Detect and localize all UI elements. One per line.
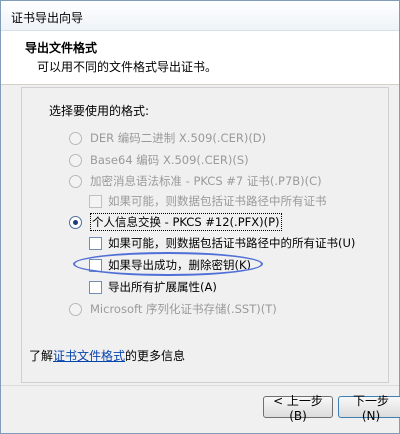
radio-circle-icon — [69, 302, 82, 316]
radio-circle-icon — [69, 174, 82, 188]
checkbox-pkcs7-include-label: 如果可能，则数据包括证书路径中所有证书 — [108, 194, 327, 208]
checkbox-box-icon — [89, 236, 102, 250]
checkbox-delete-key-label: 如果导出成功，删除密钥(K) — [108, 258, 252, 272]
radio-base64-label: Base64 编码 X.509(.CER)(S) — [90, 153, 249, 167]
radio-pkcs7-label: 加密消息语法标准 - PKCS #7 证书(.P7B)(C) — [90, 174, 322, 188]
radio-sst-label: Microsoft 序列化证书存储(.SST)(T) — [90, 302, 277, 316]
checkbox-box-icon — [89, 194, 102, 208]
checkbox-delete-private-key[interactable]: 如果导出成功，删除密钥(K) — [89, 256, 251, 274]
window-title: 证书导出向导 — [11, 11, 84, 25]
radio-der[interactable]: DER 编码二进制 X.509(.CER)(D) — [69, 129, 266, 147]
checkbox-box-icon — [89, 280, 102, 294]
cert-formats-link[interactable]: 证书文件格式 — [53, 349, 125, 363]
checkbox-box-icon — [89, 258, 102, 272]
page-subtitle: 可以用不同的文件格式导出证书。 — [37, 60, 218, 74]
radio-pkcs7[interactable]: 加密消息语法标准 - PKCS #7 证书(.P7B)(C) — [69, 172, 322, 190]
next-button[interactable]: 下一步(N) — [338, 394, 400, 423]
more-info-line: 了解证书文件格式的更多信息 — [29, 347, 185, 364]
checkbox-export-props-label: 导出所有扩展属性(A) — [108, 280, 217, 294]
wizard-window: 证书导出向导 导出文件格式 可以用不同的文件格式导出证书。 选择要使用的格式: … — [0, 0, 400, 434]
radio-sst[interactable]: Microsoft 序列化证书存储(.SST)(T) — [69, 300, 277, 318]
checkbox-pfx-include-label: 如果可能，则数据包括证书路径中的所有证书(U) — [108, 236, 356, 250]
format-section-label: 选择要使用的格式: — [49, 104, 150, 118]
more-info-suffix: 的更多信息 — [125, 349, 186, 363]
wizard-header: 导出文件格式 可以用不同的文件格式导出证书。 — [1, 31, 399, 85]
radio-selected-icon — [69, 215, 82, 229]
radio-pfx-label: 个人信息交换 - PKCS #12(.PFX)(P) — [90, 213, 282, 231]
checkbox-pkcs7-include-all[interactable]: 如果可能，则数据包括证书路径中所有证书 — [89, 192, 327, 210]
radio-base64[interactable]: Base64 编码 X.509(.CER)(S) — [69, 151, 249, 169]
radio-pfx[interactable]: 个人信息交换 - PKCS #12(.PFX)(P) — [69, 213, 282, 231]
title-bar: 证书导出向导 — [1, 1, 399, 31]
more-info-prefix: 了解 — [29, 349, 54, 363]
radio-der-label: DER 编码二进制 X.509(.CER)(D) — [90, 131, 267, 145]
page-title: 导出文件格式 — [25, 41, 98, 55]
checkbox-export-extended-props[interactable]: 导出所有扩展属性(A) — [89, 278, 217, 296]
back-button-label: < 上一步(B) — [273, 393, 323, 423]
radio-circle-icon — [69, 153, 82, 167]
next-button-label: 下一步(N) — [352, 393, 389, 423]
radio-circle-icon — [69, 131, 82, 145]
back-button[interactable]: < 上一步(B) — [263, 394, 333, 423]
checkbox-pfx-include-all[interactable]: 如果可能，则数据包括证书路径中的所有证书(U) — [89, 234, 355, 252]
